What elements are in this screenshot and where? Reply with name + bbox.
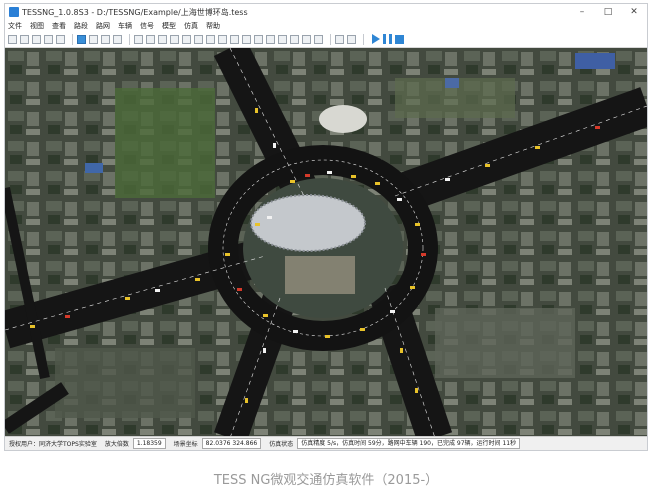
menu-simulation[interactable]: 仿真 <box>184 21 198 31</box>
screenshot-icon[interactable] <box>335 34 344 44</box>
connector-icon[interactable] <box>113 34 122 44</box>
speed-area-icon[interactable] <box>266 34 275 44</box>
edit-node-icon[interactable] <box>146 34 155 44</box>
travel-time-icon[interactable] <box>290 34 299 44</box>
print-icon[interactable] <box>56 34 65 44</box>
stop-icon[interactable] <box>395 34 404 44</box>
play-icon[interactable] <box>372 34 380 44</box>
merge-link-icon[interactable] <box>170 34 179 44</box>
maximize-button[interactable]: □ <box>595 7 621 17</box>
link-draw-icon[interactable] <box>101 34 110 44</box>
export-icon[interactable] <box>44 34 53 44</box>
menu-network[interactable]: 路网 <box>96 21 110 31</box>
simulation-status-label: 仿真状态 <box>269 441 294 448</box>
title-bar: TESSNG_1.0.8S3 - D:/TESSNG/Example/上海世博环… <box>5 4 647 20</box>
open-file-icon[interactable] <box>20 34 29 44</box>
close-button[interactable]: ✕ <box>621 7 647 17</box>
settings-icon[interactable] <box>314 34 323 44</box>
aerial-road-network <box>5 48 647 438</box>
3d-view-icon[interactable] <box>347 34 356 44</box>
window-title: TESSNG_1.0.8S3 - D:/TESSNG/Example/上海世博环… <box>22 7 248 17</box>
pencil-icon[interactable] <box>134 34 143 44</box>
tessng-window: TESSNG_1.0.8S3 - D:/TESSNG/Example/上海世博环… <box>4 3 648 451</box>
new-file-icon[interactable] <box>8 34 17 44</box>
toolbar-separator <box>129 33 130 45</box>
vehicle-input-icon[interactable] <box>206 34 215 44</box>
menu-bar: 文件 视图 查看 路段 路网 车辆 信号 模型 仿真 帮助 <box>5 20 647 31</box>
toolbar-separator <box>363 33 364 45</box>
pause-icon[interactable] <box>383 34 392 44</box>
toolbar-separator <box>72 33 73 45</box>
signal-head-icon[interactable] <box>218 34 227 44</box>
network-canvas[interactable] <box>5 48 647 438</box>
menu-vehicle[interactable]: 车辆 <box>118 21 132 31</box>
menu-link[interactable]: 路段 <box>74 21 88 31</box>
license-user-label: 授权用户：同济大学TOPS实验室 <box>9 441 97 448</box>
queue-counter-icon[interactable] <box>302 34 311 44</box>
save-icon[interactable] <box>32 34 41 44</box>
detector-icon[interactable] <box>230 34 239 44</box>
menu-help[interactable]: 帮助 <box>206 21 220 31</box>
app-icon <box>9 7 19 17</box>
route-icon[interactable] <box>182 34 191 44</box>
scene-coord-value: 82.0376 324.866 <box>201 438 262 449</box>
decision-point-icon[interactable] <box>194 34 203 44</box>
scene-coord-label: 场景坐标 <box>173 441 198 448</box>
scale-label: 放大倍数 <box>104 441 129 448</box>
select-icon[interactable] <box>77 34 86 44</box>
simulation-status-info: 仿真精度 5/s，仿真时间 59分，路网中车辆 190，已完成 97辆，运行时间… <box>297 438 521 449</box>
parking-icon[interactable] <box>254 34 263 44</box>
menu-file[interactable]: 文件 <box>8 21 22 31</box>
conflict-icon[interactable] <box>278 34 287 44</box>
grid-icon[interactable] <box>89 34 98 44</box>
toolbar <box>5 31 647 48</box>
scale-value: 1.18359 <box>132 438 166 449</box>
menu-look[interactable]: 查看 <box>52 21 66 31</box>
bus-stop-icon[interactable] <box>242 34 251 44</box>
figure-caption: TESS NG微观交通仿真软件（2015-） <box>213 473 439 488</box>
status-bar: 授权用户：同济大学TOPS实验室 放大倍数 1.18359 场景坐标 82.03… <box>5 436 647 450</box>
menu-model[interactable]: 模型 <box>162 21 176 31</box>
menu-view[interactable]: 视图 <box>30 21 44 31</box>
minimize-button[interactable]: – <box>569 7 595 17</box>
menu-signal[interactable]: 信号 <box>140 21 154 31</box>
split-link-icon[interactable] <box>158 34 167 44</box>
toolbar-separator <box>330 33 331 45</box>
